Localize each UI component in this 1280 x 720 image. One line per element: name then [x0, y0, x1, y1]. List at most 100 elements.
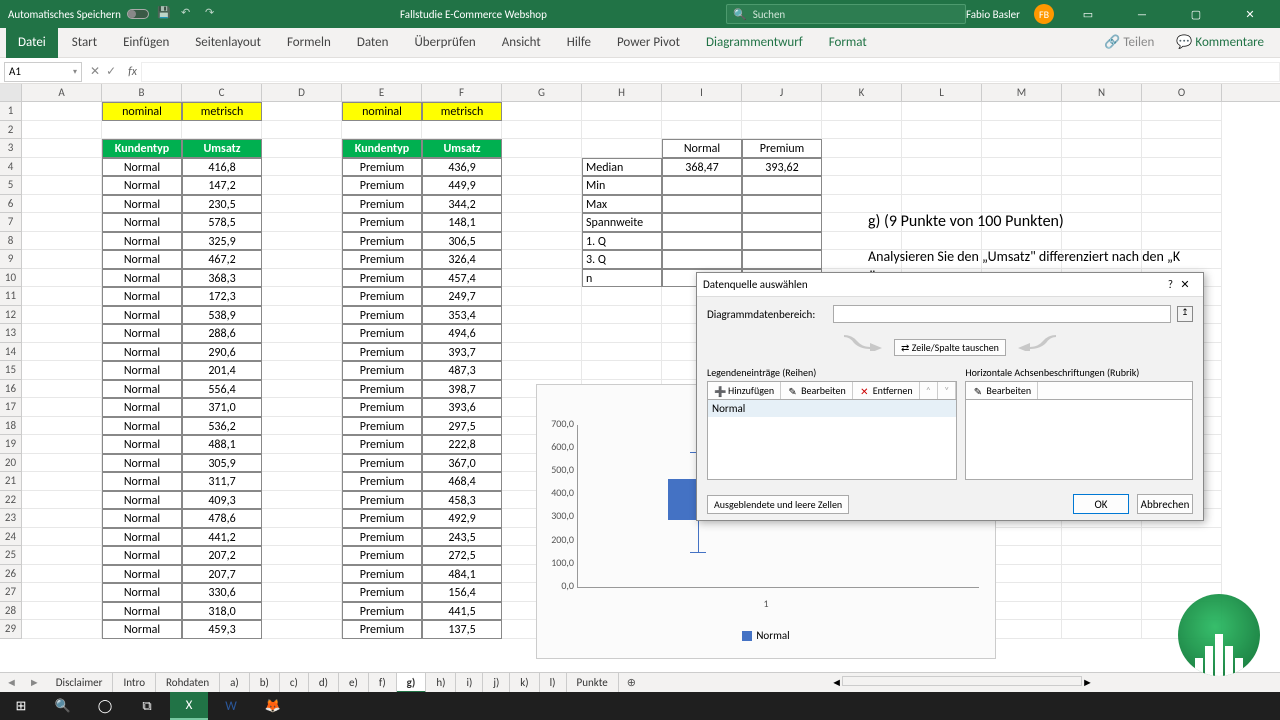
- cell[interactable]: 249,7: [422, 287, 502, 306]
- cell[interactable]: 344,2: [422, 195, 502, 214]
- move-up-button[interactable]: ˄: [920, 382, 938, 399]
- cell[interactable]: [22, 158, 102, 177]
- cell[interactable]: 468,4: [422, 472, 502, 491]
- cell[interactable]: Normal: [102, 454, 182, 473]
- sheet-tab[interactable]: k): [510, 673, 539, 693]
- cell[interactable]: metrisch: [182, 102, 262, 121]
- cell[interactable]: [502, 121, 582, 140]
- tab-insert[interactable]: Einfügen: [111, 28, 181, 58]
- cell[interactable]: [342, 121, 422, 140]
- cell[interactable]: 367,0: [422, 454, 502, 473]
- sheet-tab[interactable]: h): [426, 673, 456, 693]
- minimize-icon[interactable]: —: [1122, 0, 1162, 28]
- cell[interactable]: [262, 528, 342, 547]
- cell[interactable]: [22, 398, 102, 417]
- tab-layout[interactable]: Seitenlayout: [183, 28, 273, 58]
- series-item-normal[interactable]: Normal: [708, 400, 956, 417]
- row-header[interactable]: 17: [0, 398, 22, 417]
- col-header-K[interactable]: K: [822, 84, 902, 101]
- cell[interactable]: Normal: [102, 232, 182, 251]
- cell[interactable]: Premium: [342, 546, 422, 565]
- cell[interactable]: 536,2: [182, 417, 262, 436]
- cell[interactable]: [662, 250, 742, 269]
- row-header[interactable]: 21: [0, 472, 22, 491]
- cell[interactable]: 288,6: [182, 324, 262, 343]
- cell[interactable]: [582, 102, 662, 121]
- row-header[interactable]: 8: [0, 232, 22, 251]
- cell[interactable]: [22, 417, 102, 436]
- cell[interactable]: 492,9: [422, 509, 502, 528]
- cell[interactable]: 137,5: [422, 620, 502, 639]
- cell[interactable]: 487,3: [422, 361, 502, 380]
- cell[interactable]: Umsatz: [422, 139, 502, 158]
- cell[interactable]: [502, 102, 582, 121]
- cell[interactable]: [262, 565, 342, 584]
- cell[interactable]: [982, 158, 1062, 177]
- cell[interactable]: Premium: [342, 213, 422, 232]
- cell[interactable]: [502, 195, 582, 214]
- accept-formula-icon[interactable]: ✓: [106, 64, 116, 79]
- cell[interactable]: [262, 213, 342, 232]
- cell[interactable]: [502, 361, 582, 380]
- cell[interactable]: [582, 121, 662, 140]
- formula-input[interactable]: [141, 62, 1280, 82]
- cell[interactable]: Normal: [102, 546, 182, 565]
- row-header[interactable]: 28: [0, 602, 22, 621]
- cell[interactable]: Spannweite: [582, 213, 662, 232]
- cell[interactable]: [1062, 583, 1142, 602]
- cell[interactable]: Kundentyp: [102, 139, 182, 158]
- cell[interactable]: 458,3: [422, 491, 502, 510]
- row-header[interactable]: 27: [0, 583, 22, 602]
- cell[interactable]: n: [582, 269, 662, 288]
- cell[interactable]: [982, 139, 1062, 158]
- sheet-tab[interactable]: Punkte: [567, 673, 619, 693]
- cell[interactable]: Normal: [102, 565, 182, 584]
- row-header[interactable]: 25: [0, 546, 22, 565]
- cell[interactable]: [502, 306, 582, 325]
- cell[interactable]: [1062, 176, 1142, 195]
- cell[interactable]: [582, 324, 662, 343]
- cell[interactable]: [22, 213, 102, 232]
- cell[interactable]: 449,9: [422, 176, 502, 195]
- cell[interactable]: [582, 139, 662, 158]
- cell[interactable]: [662, 232, 742, 251]
- taskbar-excel-icon[interactable]: X: [170, 692, 208, 720]
- cell[interactable]: [262, 472, 342, 491]
- col-header-F[interactable]: F: [422, 84, 502, 101]
- cell[interactable]: [742, 232, 822, 251]
- fx-icon[interactable]: fx: [124, 65, 141, 79]
- cell[interactable]: [662, 176, 742, 195]
- cell[interactable]: [742, 213, 822, 232]
- cell[interactable]: [742, 121, 822, 140]
- cell[interactable]: 156,4: [422, 583, 502, 602]
- save-icon[interactable]: 💾: [157, 6, 173, 22]
- cell[interactable]: [262, 195, 342, 214]
- cell[interactable]: 393,7: [422, 343, 502, 362]
- cell[interactable]: [502, 232, 582, 251]
- cell[interactable]: [262, 176, 342, 195]
- tab-view[interactable]: Ansicht: [490, 28, 553, 58]
- cell[interactable]: [502, 213, 582, 232]
- cell[interactable]: [502, 176, 582, 195]
- move-down-button[interactable]: ˅: [938, 382, 956, 399]
- cell[interactable]: 230,5: [182, 195, 262, 214]
- col-header-A[interactable]: A: [22, 84, 102, 101]
- cell[interactable]: Premium: [342, 158, 422, 177]
- cell[interactable]: [262, 343, 342, 362]
- cell[interactable]: 148,1: [422, 213, 502, 232]
- cell[interactable]: [1062, 139, 1142, 158]
- row-header[interactable]: 6: [0, 195, 22, 214]
- cell[interactable]: [902, 139, 982, 158]
- cell[interactable]: 441,5: [422, 602, 502, 621]
- cell[interactable]: Premium: [342, 232, 422, 251]
- cell[interactable]: [742, 102, 822, 121]
- cell[interactable]: [1142, 158, 1222, 177]
- undo-icon[interactable]: ↶: [181, 6, 197, 22]
- series-list[interactable]: Normal: [707, 400, 957, 480]
- cell[interactable]: [742, 250, 822, 269]
- cell[interactable]: Premium: [342, 324, 422, 343]
- close-icon[interactable]: ✕: [1230, 0, 1270, 28]
- h-scrollbar[interactable]: [842, 676, 1082, 686]
- cell[interactable]: Premium: [342, 269, 422, 288]
- cell[interactable]: [902, 158, 982, 177]
